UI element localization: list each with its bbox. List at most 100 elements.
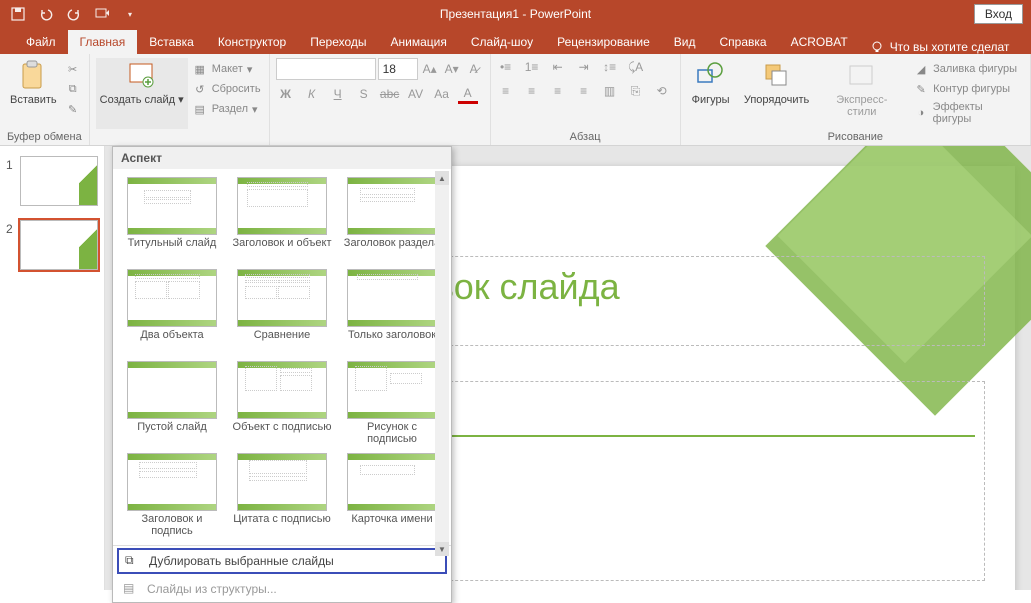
thumbnail-1[interactable]: 1	[0, 156, 104, 206]
line-spacing-icon[interactable]: ↕≡	[601, 58, 619, 76]
italic-button[interactable]: К	[302, 84, 322, 104]
layout-label: Заголовок раздела	[344, 237, 440, 261]
tab-animations[interactable]: Анимация	[379, 30, 459, 54]
redo-icon[interactable]	[66, 6, 82, 22]
layout-grid: Титульный слайд Заголовок и объект Заголов…	[113, 169, 451, 545]
thumbnail-2[interactable]: 2	[0, 220, 104, 270]
text-direction-icon[interactable]: ⤹A	[627, 58, 645, 76]
tab-design[interactable]: Конструктор	[206, 30, 298, 54]
layout-option-8[interactable]: Рисунок с подписью	[339, 359, 445, 447]
case-button[interactable]: Aa	[432, 84, 452, 104]
qat-more-icon[interactable]: ▾	[122, 6, 138, 22]
tab-home[interactable]: Главная	[68, 30, 138, 54]
tab-file[interactable]: Файл	[14, 30, 68, 54]
font-size-combo[interactable]: 18	[378, 58, 418, 80]
brush-icon: ✎	[65, 101, 81, 117]
fill-icon: ◢	[913, 61, 929, 77]
align-left-icon[interactable]: ≡	[497, 82, 515, 100]
layout-option-7[interactable]: Объект с подписью	[229, 359, 335, 447]
quick-styles-button[interactable]: Экспресс-стили	[819, 58, 906, 126]
layout-label: Заголовок и объект	[233, 237, 332, 261]
title-bar: ▾ Презентация1 - PowerPoint Вход	[0, 0, 1031, 28]
smartart-icon[interactable]: ⟲	[653, 82, 671, 100]
arrange-button[interactable]: Упорядочить	[741, 58, 813, 126]
layout-option-0[interactable]: Титульный слайд	[119, 175, 225, 263]
copy-icon: ⧉	[65, 81, 81, 97]
indent-dec-icon[interactable]: ⇤	[549, 58, 567, 76]
format-painter-button[interactable]: ✎	[63, 100, 83, 118]
section-icon: ▤	[192, 101, 208, 117]
scroll-up-icon[interactable]: ▲	[435, 171, 449, 185]
tab-help[interactable]: Справка	[707, 30, 778, 54]
cut-button[interactable]: ✂	[63, 60, 83, 78]
dropdown-footer: ⧉ Дублировать выбранные слайды ▤ Слайды …	[113, 545, 451, 602]
undo-icon[interactable]	[38, 6, 54, 22]
bulb-icon	[870, 40, 884, 54]
tab-slideshow[interactable]: Слайд-шоу	[459, 30, 545, 54]
effects-icon: ◑	[913, 105, 929, 121]
numbering-icon[interactable]: 1≡	[523, 58, 541, 76]
tab-insert[interactable]: Вставка	[137, 30, 206, 54]
bold-button[interactable]: Ж	[276, 84, 296, 104]
layout-button[interactable]: ▦Макет ▾	[190, 60, 263, 78]
shadow-button[interactable]: S	[354, 84, 374, 104]
section-button[interactable]: ▤Раздел ▾	[190, 100, 263, 118]
slide-thumbnails: 1 2	[0, 146, 105, 590]
font-color-button[interactable]: A	[458, 84, 478, 104]
spacing-button[interactable]: AV	[406, 84, 426, 104]
group-clipboard: Вставить ✂ ⧉ ✎ Буфер обмена	[0, 54, 90, 145]
tell-me[interactable]: Что вы хотите сделат	[870, 40, 1010, 54]
font-family-combo[interactable]	[276, 58, 376, 80]
columns-icon[interactable]: ▥	[601, 82, 619, 100]
shape-fill-button[interactable]: ◢Заливка фигуры	[911, 60, 1024, 78]
layout-option-2[interactable]: Заголовок раздела	[339, 175, 445, 263]
layout-option-1[interactable]: Заголовок и объект	[229, 175, 335, 263]
bullets-icon[interactable]: •≡	[497, 58, 515, 76]
start-from-beginning-icon[interactable]	[94, 6, 110, 22]
tab-acrobat[interactable]: ACROBAT	[779, 30, 860, 54]
justify-icon[interactable]: ≡	[575, 82, 593, 100]
indent-inc-icon[interactable]: ⇥	[575, 58, 593, 76]
layout-option-4[interactable]: Сравнение	[229, 267, 335, 355]
tab-transitions[interactable]: Переходы	[298, 30, 378, 54]
tab-view[interactable]: Вид	[662, 30, 708, 54]
signin-button[interactable]: Вход	[974, 4, 1023, 24]
layout-option-6[interactable]: Пустой слайд	[119, 359, 225, 447]
paste-button[interactable]: Вставить	[6, 58, 61, 129]
layout-option-11[interactable]: Карточка имени	[339, 451, 445, 539]
thumb-number: 1	[6, 156, 20, 172]
shape-outline-button[interactable]: ✎Контур фигуры	[911, 80, 1024, 98]
layout-label: Рисунок с подписью	[341, 421, 443, 445]
align-center-icon[interactable]: ≡	[523, 82, 541, 100]
dropdown-scrollbar[interactable]: ▲ ▼	[435, 171, 449, 556]
new-slide-dropdown: Аспект Титульный слайдЗаголовок и объект…	[112, 146, 452, 603]
reset-button[interactable]: ↺Сбросить	[190, 80, 263, 98]
layout-option-10[interactable]: Цитата с подписью	[229, 451, 335, 539]
save-icon[interactable]	[10, 6, 26, 22]
tell-me-label: Что вы хотите сделат	[890, 40, 1010, 54]
new-slide-button[interactable]: Создать слайд ▾	[96, 58, 188, 129]
scroll-down-icon[interactable]: ▼	[435, 542, 449, 556]
decrease-font-icon[interactable]: A▾	[442, 59, 462, 79]
align-text-icon[interactable]: ⎘	[627, 82, 645, 100]
layout-option-3[interactable]: Два объекта	[119, 267, 225, 355]
strike-button[interactable]: abc	[380, 84, 400, 104]
shape-effects-button[interactable]: ◑Эффекты фигуры	[911, 100, 1024, 126]
shapes-icon	[695, 60, 727, 92]
outline-icon: ✎	[913, 81, 929, 97]
layout-label: Объект с подписью	[233, 421, 332, 445]
slides-from-outline-cmd[interactable]: ▤ Слайды из структуры...	[113, 576, 451, 602]
clear-format-icon[interactable]: A̷	[464, 59, 484, 79]
align-right-icon[interactable]: ≡	[549, 82, 567, 100]
arrange-label: Упорядочить	[744, 94, 809, 106]
duplicate-slides-cmd[interactable]: ⧉ Дублировать выбранные слайды	[117, 548, 447, 574]
underline-button[interactable]: Ч	[328, 84, 348, 104]
increase-font-icon[interactable]: A▴	[420, 59, 440, 79]
ribbon-tabs: Файл Главная Вставка Конструктор Переход…	[0, 28, 1031, 54]
copy-button[interactable]: ⧉	[63, 80, 83, 98]
thumb-number: 2	[6, 220, 20, 236]
layout-option-5[interactable]: Только заголовок	[339, 267, 445, 355]
tab-review[interactable]: Рецензирование	[545, 30, 662, 54]
layout-option-9[interactable]: Заголовок и подпись	[119, 451, 225, 539]
shapes-button[interactable]: Фигуры	[687, 58, 735, 126]
